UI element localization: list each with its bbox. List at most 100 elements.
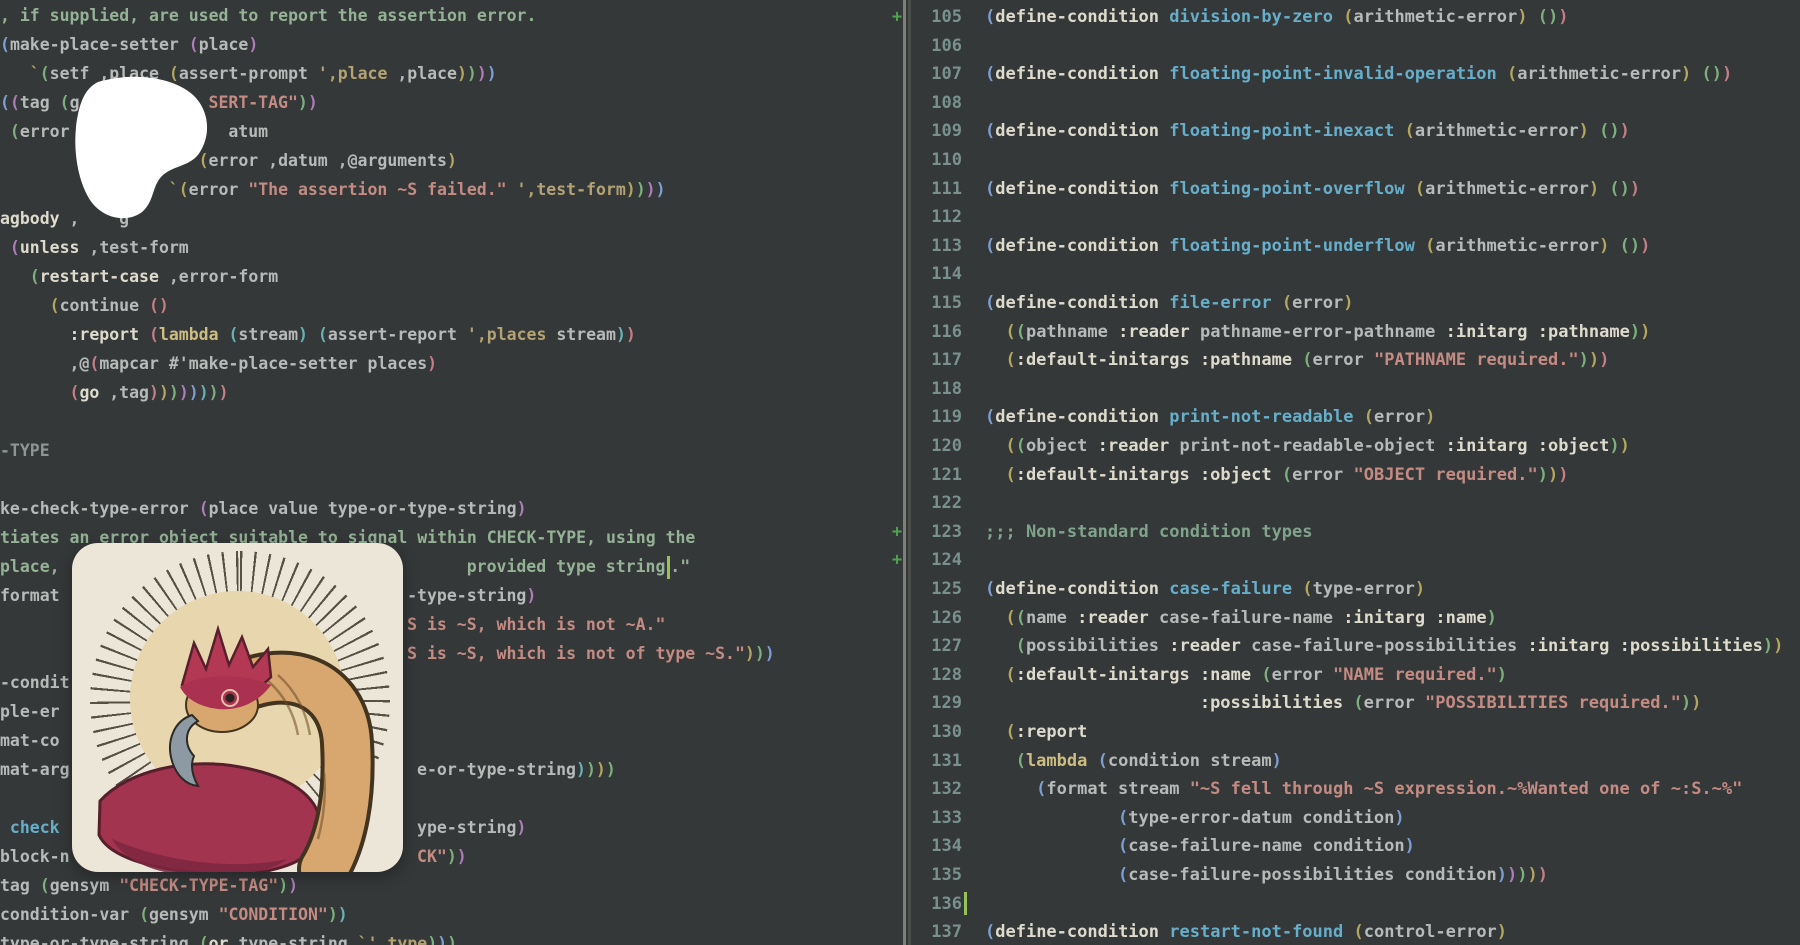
line-number[interactable]: 115 <box>912 289 962 317</box>
code-token: format stream <box>1046 779 1189 799</box>
code-line[interactable]: (:default-initargs :object (error "OBJEC… <box>0 461 1800 489</box>
code-line[interactable]: (define-condition floating-point-overflo… <box>0 175 1800 203</box>
line-number[interactable]: 131 <box>912 747 962 775</box>
code-token: ( <box>1098 751 1108 771</box>
code-fragment: (define-condition print-not-readable (er… <box>985 403 1435 431</box>
code-token: :name <box>1435 608 1486 628</box>
pane-divider-shadow <box>908 0 911 945</box>
line-number[interactable]: 109 <box>912 117 962 145</box>
line-number[interactable]: 120 <box>912 432 962 460</box>
code-line[interactable] <box>0 89 1800 117</box>
line-number[interactable]: 127 <box>912 632 962 660</box>
line-number[interactable]: 126 <box>912 604 962 632</box>
code-line[interactable] <box>0 375 1800 403</box>
code-line[interactable]: (:default-initargs :pathname (error "PAT… <box>0 346 1800 374</box>
line-number[interactable]: 118 <box>912 375 962 403</box>
code-line[interactable]: ((object :reader print-not-readable-obje… <box>0 432 1800 460</box>
code-token: case-failure <box>1169 579 1302 599</box>
code-token: :reader <box>1077 608 1159 628</box>
code-fragment: ;;; Non-standard condition types <box>985 518 1313 546</box>
code-token: ) <box>1517 865 1527 885</box>
code-fragment: (define-condition floating-point-overflo… <box>985 175 1640 203</box>
code-token: ) <box>1272 751 1282 771</box>
code-token: "NAME required." <box>1333 665 1497 685</box>
code-line[interactable]: ((pathname :reader pathname-error-pathna… <box>0 318 1800 346</box>
code-token: ) <box>1548 465 1558 485</box>
line-number[interactable]: 137 <box>912 918 962 945</box>
code-token: ( <box>1353 693 1363 713</box>
line-number-gutter[interactable]: 1051061071081091101111121131141151161171… <box>912 0 964 945</box>
line-number[interactable]: 116 <box>912 318 962 346</box>
code-line[interactable] <box>0 146 1800 174</box>
white-blob-overlay <box>64 70 214 220</box>
line-number[interactable]: 117 <box>912 346 962 374</box>
code-token: ) <box>1497 665 1507 685</box>
code-token: define-condition <box>995 64 1169 84</box>
line-number[interactable]: 108 <box>912 89 962 117</box>
code-line[interactable] <box>0 489 1800 517</box>
code-token: ( <box>985 922 995 942</box>
code-token: ) <box>1763 636 1773 656</box>
code-line[interactable]: (define-condition file-error (error) <box>0 289 1800 317</box>
line-number[interactable]: 110 <box>912 146 962 174</box>
code-token: ( <box>1538 7 1548 27</box>
line-number[interactable]: 128 <box>912 661 962 689</box>
code-token: ) <box>1507 865 1517 885</box>
code-token: ( <box>1599 121 1609 141</box>
line-number[interactable]: 114 <box>912 260 962 288</box>
code-line[interactable]: (define-condition print-not-readable (er… <box>0 403 1800 431</box>
code-token: ( <box>1609 179 1619 199</box>
code-line[interactable]: (define-condition floating-point-invalid… <box>0 60 1800 88</box>
code-token: arithmetic-error <box>1435 236 1599 256</box>
code-fragment: (case-failure-name condition) <box>1118 832 1415 860</box>
line-number[interactable]: 113 <box>912 232 962 260</box>
bird-illustration <box>72 543 403 872</box>
line-number[interactable]: 107 <box>912 60 962 88</box>
code-line[interactable] <box>0 260 1800 288</box>
code-token: ( <box>1261 665 1271 685</box>
code-token: ) <box>1558 7 1568 27</box>
code-fragment: (define-condition file-error (error) <box>985 289 1354 317</box>
line-number[interactable]: 111 <box>912 175 962 203</box>
code-line[interactable] <box>0 890 1800 918</box>
code-token: :initarg <box>1343 608 1435 628</box>
code-line[interactable]: (define-condition floating-point-inexact… <box>0 117 1800 145</box>
line-number[interactable]: 121 <box>912 461 962 489</box>
line-number[interactable]: 129 <box>912 689 962 717</box>
code-token: :reader <box>1098 436 1180 456</box>
code-line[interactable] <box>0 203 1800 231</box>
code-token: ) <box>1722 64 1732 84</box>
code-token: ) <box>1630 236 1640 256</box>
line-number[interactable]: 105 <box>912 3 962 31</box>
code-token: condition stream <box>1108 751 1272 771</box>
code-token: :default-initargs <box>1016 465 1200 485</box>
code-fragment: (:default-initargs :pathname (error "PAT… <box>1005 346 1609 374</box>
line-number[interactable]: 132 <box>912 775 962 803</box>
line-number[interactable]: 125 <box>912 575 962 603</box>
code-token: ( <box>985 579 995 599</box>
line-number[interactable]: 134 <box>912 832 962 860</box>
code-token: ( <box>1016 751 1026 771</box>
line-number[interactable]: 119 <box>912 403 962 431</box>
code-line[interactable]: (define-condition restart-not-found (con… <box>0 918 1800 945</box>
code-token: ) <box>1589 179 1599 199</box>
code-token: object <box>1026 436 1098 456</box>
line-number[interactable]: 133 <box>912 804 962 832</box>
pane-divider[interactable] <box>903 0 906 945</box>
code-token: arithmetic-error <box>1517 64 1681 84</box>
line-number[interactable]: 123 <box>912 518 962 546</box>
line-number[interactable]: 106 <box>912 32 962 60</box>
line-number[interactable]: 122 <box>912 489 962 517</box>
line-number[interactable]: 112 <box>912 203 962 231</box>
code-token: "~S fell through ~S expression.~%Wanted … <box>1190 779 1743 799</box>
line-number[interactable]: 136 <box>912 890 962 918</box>
line-number[interactable]: 130 <box>912 718 962 746</box>
code-line[interactable]: (define-condition floating-point-underfl… <box>0 232 1800 260</box>
code-token: ) <box>1609 436 1619 456</box>
code-token: define-condition <box>995 922 1169 942</box>
code-token: "POSSIBILITIES required." <box>1425 693 1681 713</box>
line-number[interactable]: 124 <box>912 546 962 574</box>
line-number[interactable]: 135 <box>912 861 962 889</box>
code-line[interactable] <box>0 32 1800 60</box>
code-token: :object <box>1538 436 1610 456</box>
